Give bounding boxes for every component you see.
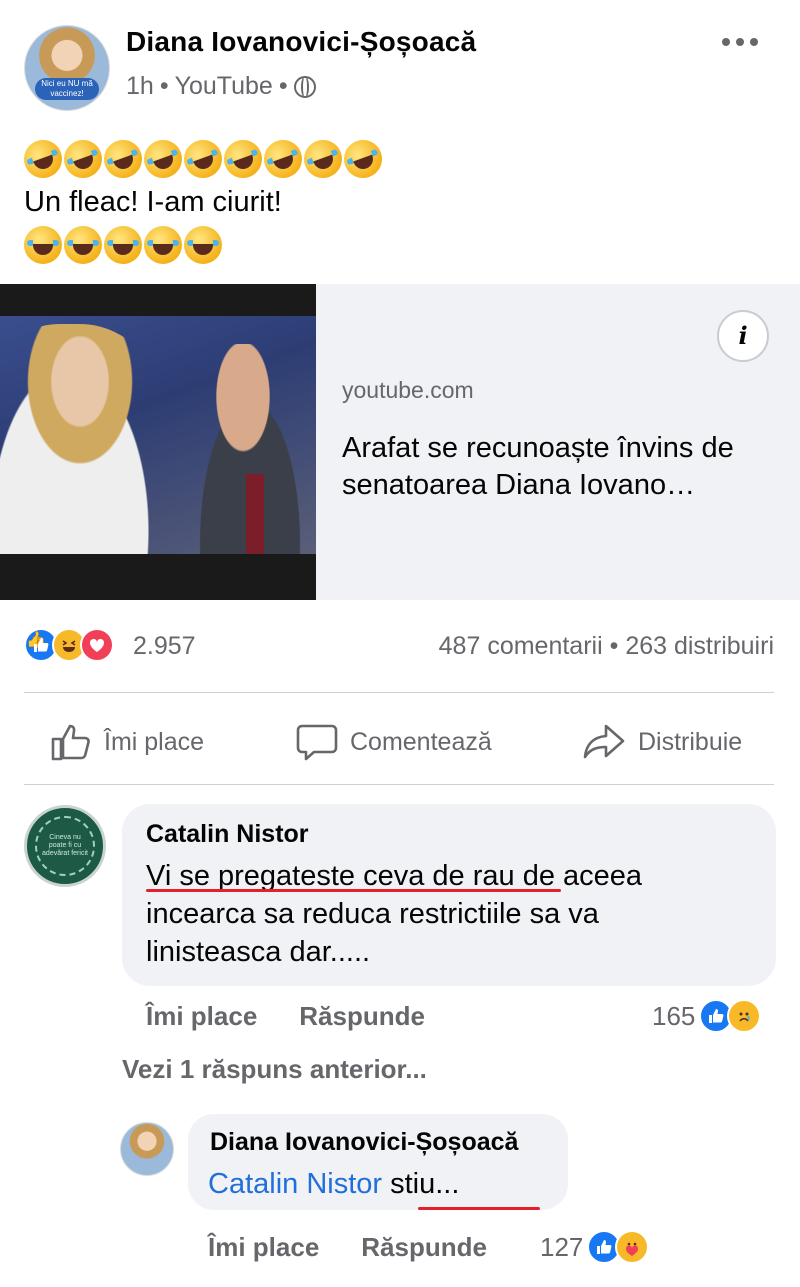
- highlighted-text: Vi se pregateste ceva de rau: [146, 860, 515, 892]
- speech-bubble-icon: [296, 724, 338, 761]
- post-source: YouTube: [174, 72, 273, 100]
- rofl-emoji-icon: [58, 134, 108, 184]
- sad-icon: [727, 999, 762, 1033]
- rofl-emoji-icon: [98, 134, 148, 184]
- comment-like-button[interactable]: Îmi place: [146, 1001, 257, 1032]
- rofl-emoji-icon: [218, 134, 268, 184]
- reaction-count[interactable]: 2.957: [133, 632, 196, 661]
- comment-text-line3: linisteasca dar.....: [146, 936, 371, 968]
- meta-separator: •: [278, 72, 288, 100]
- comment-author[interactable]: Catalin Nistor: [146, 820, 309, 849]
- rofl-emoji-icon: [258, 134, 308, 184]
- divider: [24, 784, 774, 785]
- comment-button[interactable]: Comentează: [296, 722, 492, 762]
- reply-mention[interactable]: Catalin Nistor: [208, 1168, 382, 1200]
- link-domain: youtube.com: [342, 377, 474, 403]
- reply-reactions[interactable]: 127: [540, 1230, 650, 1264]
- comment-count[interactable]: 487 comentarii: [439, 632, 603, 660]
- share-count[interactable]: 263 distribuiri: [625, 632, 774, 660]
- reply-body: stiu...: [390, 1168, 460, 1200]
- reply-actions: Îmi place Răspunde: [208, 1232, 487, 1263]
- more-options-icon[interactable]: [722, 38, 758, 46]
- post-time[interactable]: 1h: [126, 72, 154, 101]
- stats-separator: •: [609, 632, 619, 660]
- joy-emoji-icon: [64, 226, 102, 264]
- commenter-avatar[interactable]: Cineva nu poate fi cu adevărat fericit: [24, 805, 106, 887]
- emoji-row-rofl: [18, 134, 388, 184]
- emoji-row-joy: [24, 226, 222, 264]
- like-button[interactable]: Îmi place: [50, 722, 204, 762]
- meta-separator: •: [159, 72, 169, 100]
- comment-reactions[interactable]: 165: [652, 999, 762, 1033]
- post-stats: 487 comentarii • 263 distribuiri: [439, 632, 774, 661]
- rofl-emoji-icon: [138, 134, 188, 184]
- globe-icon: [293, 75, 316, 98]
- care-icon: [615, 1230, 650, 1264]
- red-underline: [418, 1207, 540, 1210]
- comment-text-line2: incearca sa reduca restrictiile sa va: [146, 898, 599, 930]
- share-arrow-icon: [583, 724, 625, 759]
- author-avatar[interactable]: Nici eu NU mă vaccinez!: [24, 25, 110, 111]
- divider: [24, 692, 774, 693]
- thumbs-up-icon: [51, 724, 90, 761]
- avatar-caption: Nici eu NU mă vaccinez!: [41, 79, 93, 98]
- red-underline: [146, 889, 561, 892]
- joy-emoji-icon: [24, 226, 62, 264]
- comment-reaction-count: 165: [652, 1000, 696, 1031]
- link-title[interactable]: Arafat se recunoaște învins de senatoare…: [342, 430, 782, 504]
- reply-reply-button[interactable]: Răspunde: [361, 1232, 487, 1263]
- reply-author-avatar[interactable]: [120, 1122, 174, 1176]
- reply-like-button[interactable]: Îmi place: [208, 1232, 319, 1263]
- post-meta: 1h • YouTube •: [126, 72, 316, 101]
- joy-emoji-icon: [184, 226, 222, 264]
- commenter-avatar-caption: Cineva nu poate fi cu adevărat fericit: [42, 834, 88, 857]
- rofl-emoji-icon: [338, 134, 388, 184]
- comment-reply-button[interactable]: Răspunde: [299, 1001, 425, 1032]
- reaction-icons[interactable]: [24, 628, 114, 662]
- comment-label: Comentează: [350, 727, 492, 756]
- post-text: Un fleac! I-am ciurit!: [24, 186, 282, 218]
- rofl-emoji-icon: [178, 134, 228, 184]
- comment-actions: Îmi place Răspunde: [146, 1001, 425, 1032]
- share-button[interactable]: Distribuie: [582, 722, 742, 762]
- share-label: Distribuie: [638, 727, 743, 756]
- rofl-emoji-icon: [18, 134, 68, 184]
- post-author-name[interactable]: Diana Iovanovici-Șoșoacă: [126, 26, 476, 58]
- reply-author[interactable]: Diana Iovanovici-Șoșoacă: [210, 1128, 518, 1157]
- love-icon: [80, 628, 114, 662]
- reply-reaction-count: 127: [540, 1231, 584, 1262]
- view-previous-replies[interactable]: Vezi 1 răspuns anterior...: [122, 1054, 427, 1085]
- avatar-banner: Nici eu NU mă vaccinez!: [35, 78, 99, 100]
- joy-emoji-icon: [104, 226, 142, 264]
- rofl-emoji-icon: [298, 134, 348, 184]
- like-label: Îmi place: [104, 727, 205, 756]
- comment-text-rest: de aceea: [514, 860, 643, 892]
- joy-emoji-icon: [144, 226, 182, 264]
- reply-text: Catalin Nistor stiu...: [208, 1165, 459, 1203]
- video-thumbnail[interactable]: [0, 284, 316, 600]
- info-icon[interactable]: i: [717, 310, 769, 362]
